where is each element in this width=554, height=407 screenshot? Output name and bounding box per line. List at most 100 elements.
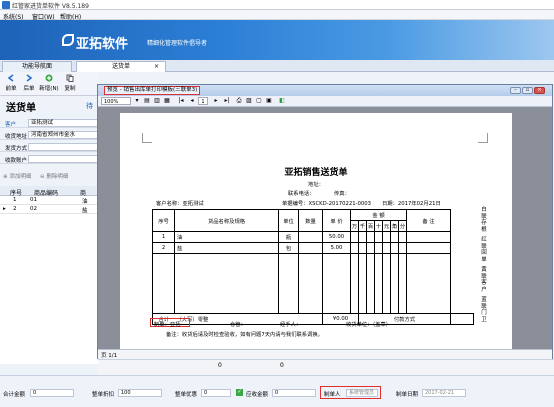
copy-label: 蓝联门卫 [481,297,487,323]
address-input[interactable]: 河南省郑州市金水 [28,131,98,139]
cell: 1 [152,231,175,243]
print-icon[interactable]: ⎙ [235,97,243,105]
col-header: 货品名称及规格 [174,209,279,232]
exit-preview-icon[interactable]: ◧ [278,97,286,105]
copy-label: 白联存根 [481,207,487,233]
invoice-row: 2 盐 包 5.00 [152,242,474,254]
tab-delivery-note[interactable]: 送货单 × [76,61,166,72]
cell: 5.00 [322,242,351,254]
field-label: 收货地址 [5,134,28,140]
first-page-icon[interactable]: |◂ [176,97,186,105]
crop-mark [142,133,152,143]
copy-doc-button[interactable]: 复制 [62,74,78,92]
new-doc-button[interactable]: 新增(N) [39,74,59,92]
total-field[interactable]: 0 [30,389,74,397]
fit-width-icon[interactable]: ▥ [153,97,161,105]
maker-field[interactable]: 系统管理员 [346,389,378,397]
grid-cell: 盐 [82,208,88,214]
footer-value: 0 [280,362,284,369]
doc-number: 单据编号：XSCKD-20170221-0003 [282,201,371,207]
check-icon[interactable]: ✓ [236,389,243,396]
prev-doc-button[interactable]: 前单 [3,74,19,92]
window-title-bar: 红管家进货单软件 V8.5.189 [0,0,554,10]
maximize-icon[interactable]: ▫ [522,87,533,94]
toolbar-label: 新增(N) [39,86,59,92]
date-field[interactable]: 2017-02-21 [422,389,466,397]
shipping-input[interactable] [28,143,98,151]
total-label: 合计金额 [3,392,26,398]
page-view-icon[interactable]: ▤ [143,97,151,105]
field-address: 收货地址 河南省郑州市金水 [0,130,98,140]
amount-subheader: 百 [366,220,375,232]
page-setup-icon[interactable]: ▢ [255,97,263,105]
tab-navigation[interactable]: 功能导航面 [2,61,72,72]
next-doc-button[interactable]: 后单 [21,74,37,92]
discount-label: 整单折扣 [92,392,115,398]
amount-subheader: 十 [374,220,383,232]
warehouse: 仓管： [230,322,246,328]
close-icon[interactable]: × [534,87,545,94]
last-page-icon[interactable]: ▸| [222,97,232,105]
arrow-left-icon [7,74,14,82]
grid-row[interactable]: ▸ 2 02 盐 [0,205,98,214]
delete-detail-button[interactable]: ⊖ 删除明细 [40,172,68,180]
amount-subheader: 元 [382,220,391,232]
minimize-icon[interactable]: – [510,87,521,94]
menu-bar: 系统(S) 窗口(W) 帮助(H) [0,10,554,21]
toolbar-label: 后单 [23,86,35,92]
doc-date: 日期：2017年02月21日 [382,201,441,207]
preview-toolbar: 100% ▾ ▤ ▥ ▦ |◂ ◂ 1 ▸ ▸| ⎙ ▨ ▢ ▣ ◧ [98,96,552,107]
col-header: 单位 [278,209,299,232]
account-input[interactable] [28,155,98,163]
tab-label: 功能导航面 [21,63,52,70]
zoom-select[interactable]: 100% [101,97,131,105]
export-icon[interactable]: ▨ [245,97,253,105]
toolbar-label: 复制 [64,86,76,92]
discount-field[interactable]: 100 [118,389,162,397]
col-header: 数量 [298,209,323,232]
summary-bar: 合计金额 0 整单折扣 100 整单优惠 0 ✓ 应收金额 0 制单人 系统管理… [0,375,554,407]
fax-line: 传真： [334,191,350,197]
zoom-dropdown-icon[interactable]: ▾ [134,97,140,105]
cell [298,231,323,243]
toolbar-label: 前单 [5,86,17,92]
grid-cell: 01 [30,197,37,203]
receiver: 收货单位：（盖章） [346,322,392,328]
grid-row[interactable]: 1 01 油 [0,196,98,205]
tab-close-icon[interactable]: × [154,62,159,72]
add-icon [45,74,53,82]
footer-value: 0 [218,362,222,369]
discount-amount-field[interactable]: 0 [201,389,231,397]
window-title: 红管家进货单软件 V8.5.189 [12,3,89,10]
prev-page-icon[interactable]: ◂ [188,97,196,105]
copy-label: 红联回单 [481,237,487,263]
cell: 包 [278,242,299,254]
field-label: 客户 [5,122,17,128]
add-detail-button[interactable]: ⊕ 添加明细 [3,172,31,180]
date-label: 制单日期 [396,392,419,398]
next-page-icon[interactable]: ▸ [212,97,220,105]
preview-canvas: 亚拓销售送货单 地址： 联系电话： 传真： 客户名称：亚拓测试 单据编号：XSC… [98,107,552,349]
col-header: 金 额 [350,209,407,221]
brand-slogan: 精细化管理软件倡导者 [147,40,208,47]
two-pages-icon[interactable]: ▦ [163,97,171,105]
receivable-field[interactable]: 0 [272,389,316,397]
grid-body [0,214,98,364]
phone-line: 联系电话： [288,191,315,197]
grid-footer: 0 0 [98,359,554,375]
action-label: 删除明细 [46,174,69,180]
page-number-input[interactable]: 1 [198,97,208,105]
tab-label: 送货单 [111,63,130,70]
maker: 制单：亚拓 [154,322,181,328]
copy-icon [66,74,74,82]
app-icon [2,1,10,9]
total-row: 合计 （大写）零整 ¥0.00 付款方式 [152,313,474,325]
handler: 经手人： [280,322,302,328]
print-page: 亚拓销售送货单 地址： 联系电话： 传真： 客户名称：亚拓测试 单据编号：XSC… [120,113,512,349]
cell: 瓶 [278,231,299,243]
print-preview-window: 预览 - 销售出库单打印模板(三联单3) – ▫ × 100% ▾ ▤ ▥ ▦ … [97,84,553,359]
design-icon[interactable]: ▣ [265,97,273,105]
field-customer: 客户 亚拓测试 [0,118,98,128]
cell: 盐 [174,242,279,254]
customer-input[interactable]: 亚拓测试 [28,119,98,127]
